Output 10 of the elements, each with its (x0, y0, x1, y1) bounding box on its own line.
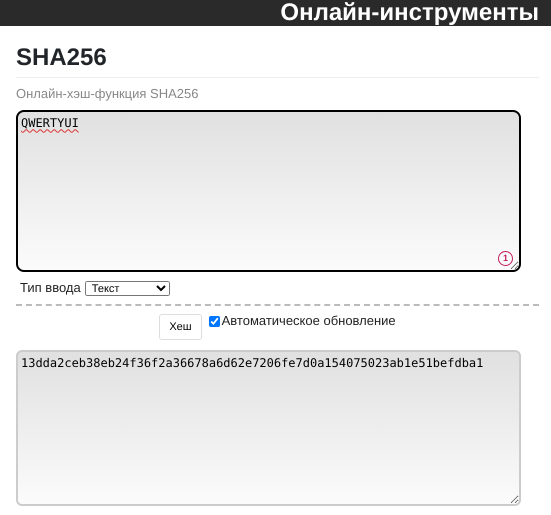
hash-button[interactable]: Хеш (159, 314, 202, 340)
input-type-label: Тип ввода (20, 279, 81, 298)
auto-update-checkbox[interactable] (208, 316, 220, 327)
input-type-select[interactable]: Текст (84, 280, 170, 296)
notification-badge[interactable]: 1 (498, 251, 513, 266)
page-title: SHA256 (16, 44, 539, 78)
output-field[interactable]: 13dda2ceb38eb24f36f2a36678a6d62e7206fe7d0a154075023ab1e51befdba1 (16, 350, 521, 506)
site-title: Онлайн-инструменты (280, 0, 540, 26)
page-subtitle: Онлайн-хэш-функция SHA256 (16, 84, 200, 103)
auto-update-label: Автоматическое обновление (222, 312, 396, 330)
